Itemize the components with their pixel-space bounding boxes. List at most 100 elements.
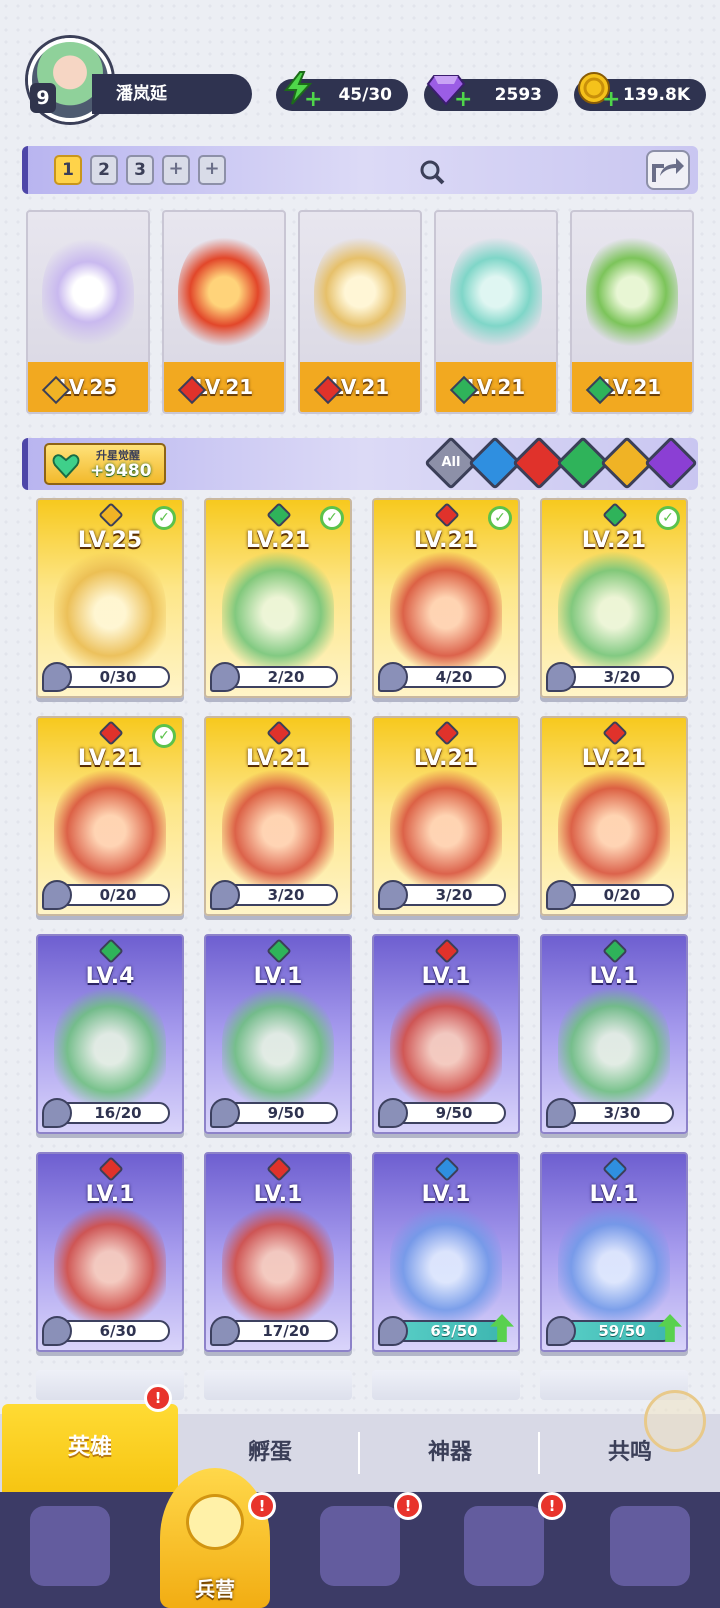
hero-portrait <box>54 548 166 678</box>
hero-level: LV.1 <box>589 964 639 989</box>
gem-plus-icon[interactable]: + <box>454 89 472 111</box>
hero-card[interactable]: LV.21 3/20 <box>204 716 352 916</box>
hero-portrait <box>42 232 134 352</box>
hero-portrait <box>222 548 334 678</box>
check-icon: ✓ <box>656 506 680 530</box>
team-member-card[interactable]: LV.21 <box>298 210 422 414</box>
team-member-card[interactable]: LV.25 <box>26 210 150 414</box>
hero-portrait <box>390 548 502 678</box>
tab-artifact[interactable]: 神器 <box>360 1414 540 1492</box>
check-icon: ✓ <box>488 506 512 530</box>
shard-icon <box>546 1316 576 1346</box>
hero-card[interactable]: LV.1 17/20 <box>204 1152 352 1352</box>
heart-icon <box>52 454 80 479</box>
hero-portrait <box>178 232 270 352</box>
hero-card[interactable]: LV.1 3/30 <box>540 934 688 1134</box>
shard-icon <box>42 662 72 692</box>
hero-portrait <box>390 984 502 1114</box>
hero-level: LV.25 <box>77 528 143 553</box>
fire-element-icon <box>434 720 460 746</box>
hero-portrait <box>558 548 670 678</box>
hero-card[interactable]: ✓ LV.21 0/20 <box>36 716 184 916</box>
hero-card[interactable]: ✓ LV.21 2/20 <box>204 498 352 698</box>
hero-level: LV.21 <box>581 528 647 553</box>
hero-level: LV.21 <box>77 746 143 771</box>
hero-card[interactable]: LV.21 0/20 <box>540 716 688 916</box>
hero-card[interactable]: LV.1 59/50 <box>540 1152 688 1352</box>
nature-element-icon <box>266 938 292 964</box>
hero-card[interactable]: ✓ LV.21 4/20 <box>372 498 520 698</box>
add-team-button-2[interactable]: + <box>198 155 226 185</box>
barracks-icon <box>186 1494 244 1550</box>
map-nav-icon[interactable] <box>320 1506 400 1586</box>
shard-icon <box>210 880 240 910</box>
player-name: 潘岚延 <box>92 74 252 114</box>
team-member-card[interactable]: LV.21 <box>162 210 286 414</box>
hero-card[interactable]: LV.1 6/30 <box>36 1152 184 1352</box>
fire-element-icon <box>98 720 124 746</box>
nature-element-icon <box>266 502 292 528</box>
cards-nav-icon[interactable] <box>30 1506 110 1586</box>
hero-portrait <box>222 766 334 896</box>
share-button[interactable] <box>646 150 690 190</box>
check-icon: ✓ <box>152 724 176 748</box>
team-member-card[interactable]: LV.21 <box>570 210 694 414</box>
hero-card[interactable]: ✓ LV.25 0/30 <box>36 498 184 698</box>
hero-card[interactable]: LV.1 9/50 <box>372 934 520 1134</box>
castle-nav-icon[interactable] <box>464 1506 544 1586</box>
magnifier-icon[interactable] <box>418 158 446 186</box>
floating-menu-button[interactable] <box>644 1390 706 1452</box>
fire-element-icon <box>434 938 460 964</box>
team-member-card[interactable]: LV.21 <box>434 210 558 414</box>
barracks-nav-button[interactable]: 兵营 <box>160 1468 270 1608</box>
add-team-button[interactable]: + <box>162 155 190 185</box>
hero-portrait <box>390 1202 502 1332</box>
shard-icon <box>546 880 576 910</box>
shard-icon <box>378 662 408 692</box>
hero-level: LV.21 <box>413 746 479 771</box>
shard-icon <box>210 1316 240 1346</box>
hero-portrait <box>586 232 678 352</box>
fire-element-icon <box>266 720 292 746</box>
fire-element-icon <box>434 502 460 528</box>
gold-plus-icon[interactable]: + <box>602 89 620 111</box>
filter-all-label: All <box>441 455 461 470</box>
shard-icon <box>378 1098 408 1128</box>
mushroom-nav-icon[interactable] <box>610 1506 690 1586</box>
hero-level: LV.21 <box>581 746 647 771</box>
hero-level: LV.1 <box>421 1182 471 1207</box>
nature-element-icon <box>602 938 628 964</box>
team-tab-1[interactable]: 1 <box>54 155 82 185</box>
heroes-alert-badge: ! <box>144 1384 172 1412</box>
hero-card[interactable]: LV.4 16/20 <box>36 934 184 1134</box>
hero-card[interactable]: ✓ LV.21 3/20 <box>540 498 688 698</box>
hero-portrait <box>54 984 166 1114</box>
tab-heroes[interactable]: 英雄 <box>2 1404 178 1492</box>
team-tab-2[interactable]: 2 <box>90 155 118 185</box>
shard-icon <box>42 880 72 910</box>
castle-alert-badge: ! <box>538 1492 566 1520</box>
fire-element-icon <box>602 720 628 746</box>
awaken-panel[interactable]: 升星觉醒 +9480 <box>44 443 166 485</box>
hero-card[interactable]: LV.21 3/20 <box>372 716 520 916</box>
hero-portrait <box>390 766 502 896</box>
gold-value: 139.8K <box>623 85 690 105</box>
hero-card[interactable]: LV.1 9/50 <box>204 934 352 1134</box>
barracks-label: 兵营 <box>195 1577 235 1601</box>
hero-card[interactable]: LV.1 63/50 <box>372 1152 520 1352</box>
energy-value: 45/30 <box>338 85 392 105</box>
shard-icon <box>42 1098 72 1128</box>
shard-icon <box>546 1098 576 1128</box>
awaken-value: +9480 <box>90 461 152 481</box>
hero-level: LV.21 <box>413 528 479 553</box>
barracks-alert-badge: ! <box>248 1492 276 1520</box>
hero-portrait <box>558 766 670 896</box>
hero-level: LV.1 <box>589 1182 639 1207</box>
hero-level: LV.1 <box>253 964 303 989</box>
hero-portrait <box>558 984 670 1114</box>
shard-icon <box>378 1316 408 1346</box>
team-tab-3[interactable]: 3 <box>126 155 154 185</box>
hero-level: LV.21 <box>245 746 311 771</box>
energy-plus-icon[interactable]: + <box>304 89 322 111</box>
hero-card-peek <box>372 1370 520 1400</box>
